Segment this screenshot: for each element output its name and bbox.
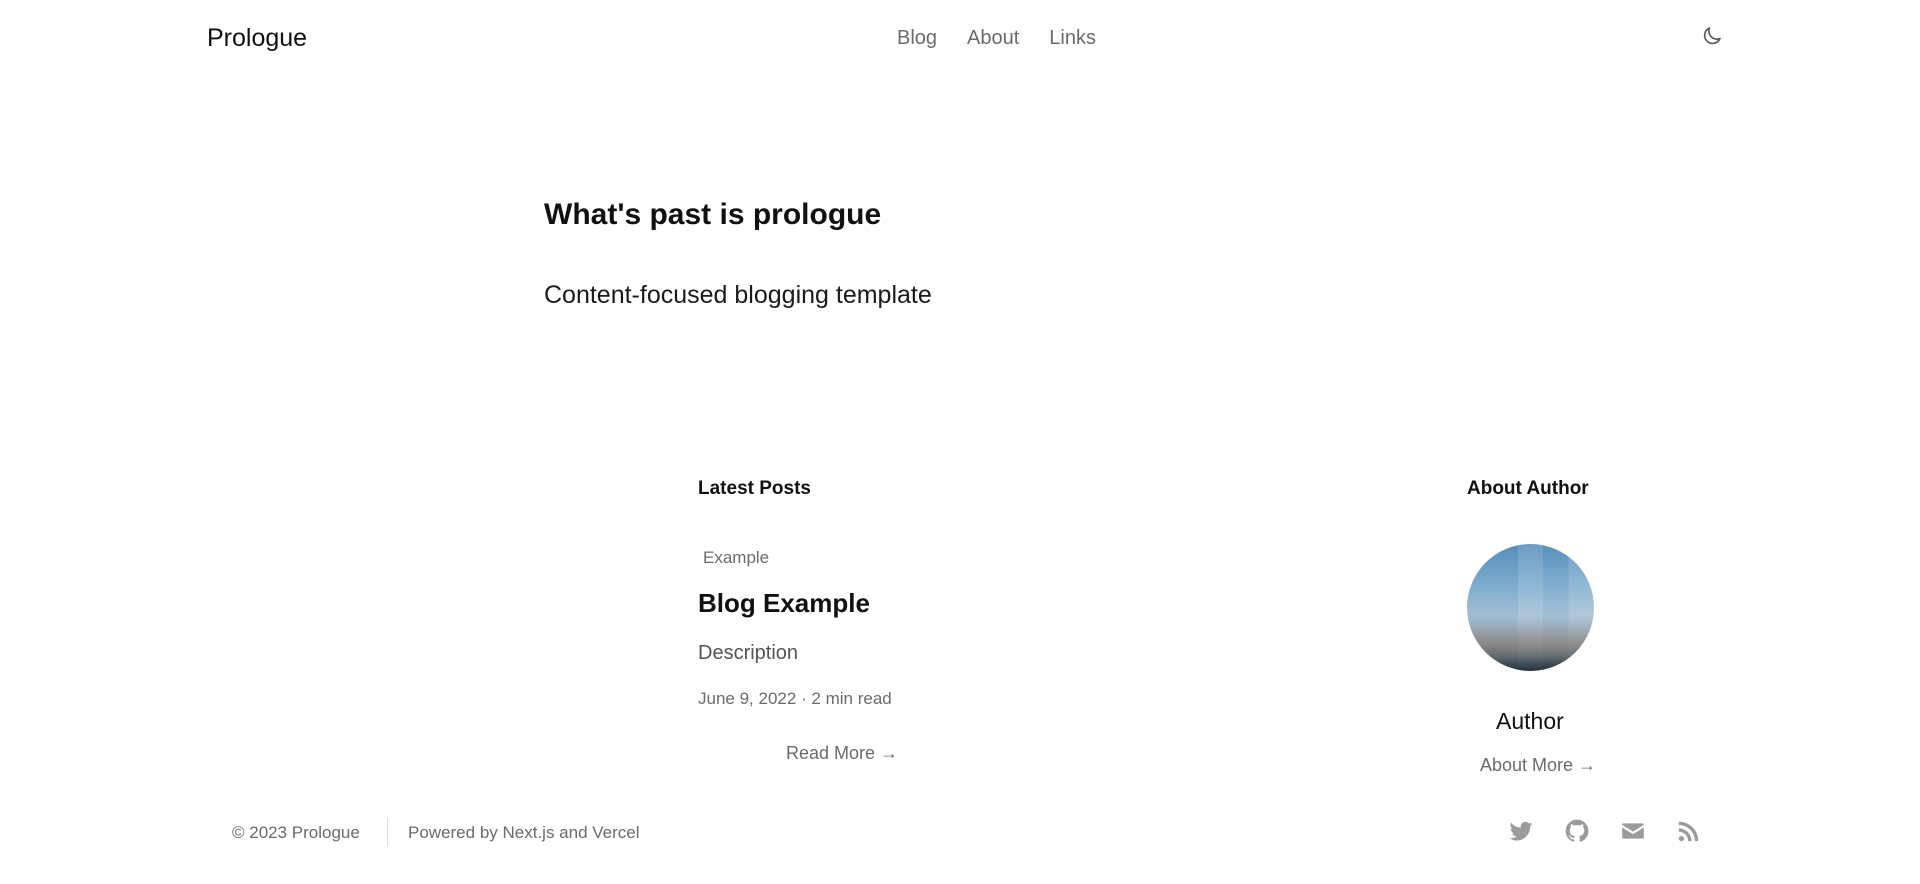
hero-subtitle: Content-focused blogging template [544,281,932,309]
moon-icon [1700,27,1724,52]
post-description: Description [698,642,799,664]
site-logo-link[interactable]: Prologue [207,24,307,53]
about-more-link[interactable]: About More → [1480,755,1596,776]
theme-toggle-button[interactable] [1700,24,1724,48]
nav-link-about[interactable]: About [967,27,1019,50]
social-links [1508,818,1702,844]
rss-icon[interactable] [1676,818,1702,844]
footer-powered-by: Powered by Next.js and Vercel [408,823,640,842]
hero-title: What's past is prologue [544,198,882,231]
page: Prologue Blog About Links What's past is… [0,0,1920,884]
nav-link-links[interactable]: Links [1049,27,1096,50]
mail-icon[interactable] [1620,818,1646,844]
post-tag[interactable]: Example [703,548,769,568]
read-more-link[interactable]: Read More → [786,743,898,764]
post-title-link[interactable]: Blog Example [698,588,870,619]
github-icon[interactable] [1564,818,1590,844]
footer-divider [387,818,388,846]
latest-posts-heading: Latest Posts [698,478,811,499]
post-meta: June 9, 2022 · 2 min read [698,689,892,708]
nav-link-blog[interactable]: Blog [897,27,937,50]
about-author-heading: About Author [1467,478,1589,499]
footer-copyright: © 2023 Prologue [232,823,360,842]
twitter-icon[interactable] [1508,818,1534,844]
main-nav: Blog About Links [897,27,1096,50]
author-avatar [1467,544,1594,671]
author-name: Author [1496,708,1564,734]
